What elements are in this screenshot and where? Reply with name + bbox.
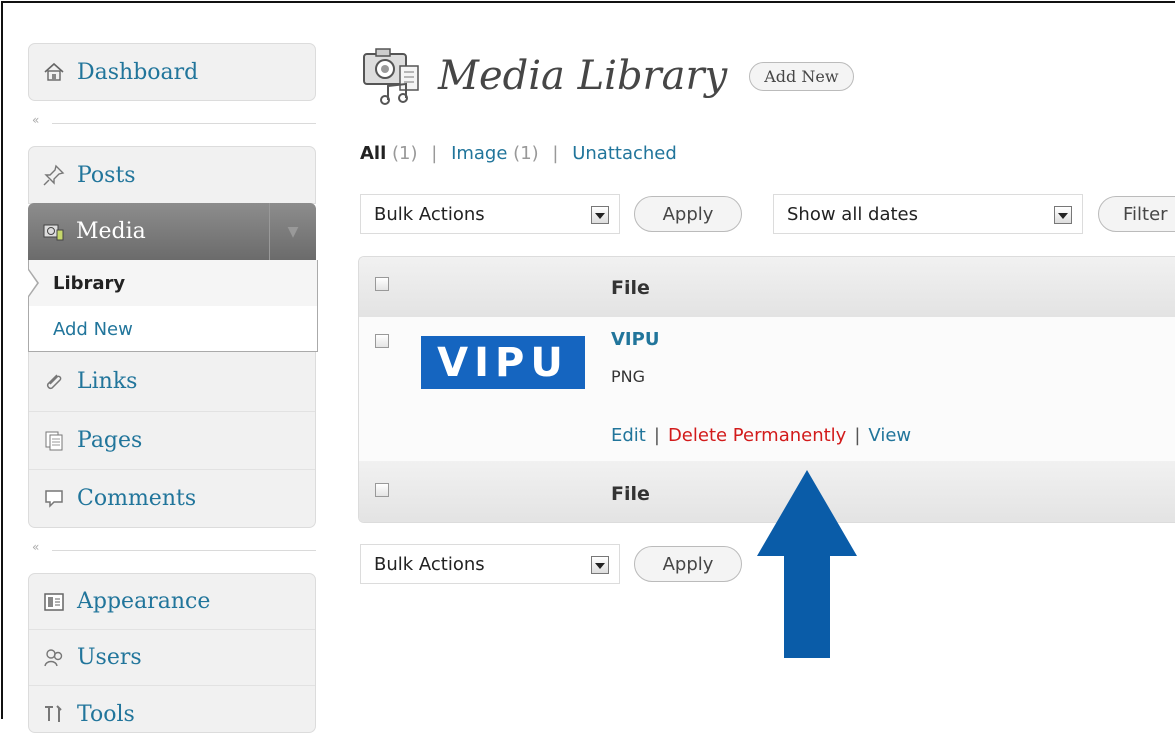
paperclip-icon: [46, 373, 62, 389]
sidebar-item-label: Tools: [77, 701, 135, 727]
sidebar-item-posts[interactable]: Posts: [29, 147, 315, 203]
sidebar-item-label: Links: [77, 369, 138, 394]
sidebar-item-comments[interactable]: Comments: [29, 470, 315, 526]
apply-button-bottom[interactable]: Apply: [634, 546, 742, 582]
filter-button[interactable]: Filter: [1098, 196, 1175, 232]
menu-group-content: Links Pages Comments: [28, 352, 316, 528]
page-title: Media Library: [438, 53, 728, 99]
separator: |: [854, 425, 861, 446]
add-new-button[interactable]: Add New: [749, 61, 854, 91]
current-pointer: [28, 269, 39, 297]
filter-unattached[interactable]: Unattached: [572, 143, 677, 164]
filter-all-count: (1): [392, 143, 418, 164]
view-link[interactable]: View: [868, 425, 911, 446]
users-icon: [44, 648, 63, 666]
sidebar-item-dashboard[interactable]: Dashboard: [29, 44, 315, 100]
appearance-icon: [44, 592, 64, 611]
sidebar-item-label: Dashboard: [77, 59, 199, 85]
bulk-actions-select-top[interactable]: Bulk Actions: [360, 194, 620, 234]
menu-group-posts: Posts: [28, 146, 316, 204]
filter-image[interactable]: Image: [451, 143, 507, 164]
sidebar-item-label: Comments: [77, 485, 197, 511]
sidebar-item-label: Media: [76, 219, 146, 244]
sidebar-item-appearance[interactable]: Appearance: [29, 574, 315, 630]
table-header: File: [359, 257, 1175, 317]
edit-link[interactable]: Edit: [611, 425, 646, 446]
menu-collapse-separator[interactable]: «: [28, 113, 316, 130]
sidebar-item-label: Posts: [77, 162, 136, 188]
column-footer-file[interactable]: File: [611, 483, 650, 505]
chevron-down-icon: [591, 556, 609, 574]
up-arrow-icon: [757, 470, 857, 658]
tools-icon: [45, 705, 62, 722]
submenu-item-add-new[interactable]: Add New: [29, 306, 317, 352]
pages-icon: [45, 431, 63, 450]
media-thumbnail[interactable]: VIPU: [421, 336, 585, 389]
sidebar-item-label: Pages: [77, 428, 143, 453]
filter-image-count: (1): [513, 143, 539, 164]
menu-group-settings: Appearance Users Tools: [28, 573, 316, 733]
row-checkbox[interactable]: [375, 334, 389, 348]
chevron-down-icon: [591, 206, 609, 224]
separator: |: [653, 425, 660, 446]
media-toggle[interactable]: ▼: [269, 203, 316, 260]
file-name-link[interactable]: VIPU: [611, 329, 659, 350]
date-filter-value: Show all dates: [787, 203, 919, 225]
sidebar-item-links[interactable]: Links: [29, 352, 315, 412]
column-header-file[interactable]: File: [611, 277, 650, 299]
file-type: PNG: [611, 367, 646, 386]
divider: [52, 550, 316, 551]
apply-button-top[interactable]: Apply: [634, 196, 742, 232]
sidebar-item-label: Appearance: [77, 589, 211, 614]
media-submenu: Library Add New: [28, 260, 318, 352]
chevron-down-icon: ▼: [287, 223, 299, 240]
chevron-down-icon: [1054, 206, 1072, 224]
sidebar-item-pages[interactable]: Pages: [29, 412, 315, 470]
bulk-actions-select-bottom[interactable]: Bulk Actions: [360, 544, 620, 584]
menu-collapse-separator[interactable]: «: [28, 540, 316, 557]
media-icon: [43, 224, 64, 240]
sidebar-item-users[interactable]: Users: [29, 630, 315, 686]
separator: |: [431, 143, 438, 164]
comment-icon: [45, 490, 63, 508]
bulk-actions-value: Bulk Actions: [374, 203, 485, 225]
submenu-label: Add New: [53, 318, 133, 340]
delete-permanently-link[interactable]: Delete Permanently: [668, 425, 846, 446]
submenu-item-library[interactable]: Library: [29, 260, 317, 306]
page-header: Media Library Add New: [358, 46, 854, 106]
select-all-checkbox[interactable]: [375, 277, 389, 291]
submenu-label: Library: [53, 272, 126, 294]
pushpin-icon: [43, 164, 65, 186]
camera-music-icon: [363, 48, 419, 105]
row-actions: Edit | Delete Permanently | View: [611, 425, 911, 446]
date-filter-select[interactable]: Show all dates: [773, 194, 1083, 234]
filter-all[interactable]: All: [360, 143, 386, 164]
home-icon: [44, 62, 64, 81]
bulk-actions-value: Bulk Actions: [374, 553, 485, 575]
menu-group-dashboard: Dashboard: [28, 43, 316, 101]
sidebar-item-tools[interactable]: Tools: [29, 686, 315, 742]
select-all-checkbox-footer[interactable]: [375, 483, 389, 497]
separator: |: [552, 143, 559, 164]
table-row: VIPU VIPU PNG Edit | Delete Permanently | Vi…: [359, 317, 1175, 462]
media-type-filters: All (1) | Image (1) | Unattached: [360, 143, 677, 164]
sidebar-item-media[interactable]: Media ▼: [28, 203, 316, 260]
sidebar-item-label: Users: [77, 645, 142, 670]
divider: [52, 123, 316, 124]
